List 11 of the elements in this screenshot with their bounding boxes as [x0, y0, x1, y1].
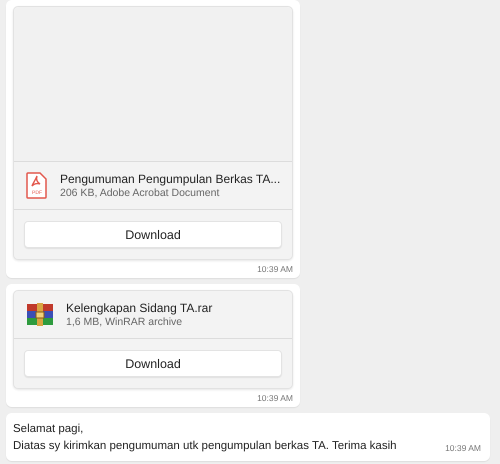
- download-button[interactable]: Download: [24, 221, 282, 248]
- message-time: 10:39 AM: [257, 393, 293, 403]
- file-info: 1,6 MB, WinRAR archive: [66, 316, 184, 328]
- archive-icon: [26, 302, 54, 326]
- file-name: Pengumuman Pengumpulan Berkas TA...: [60, 172, 280, 186]
- file-name: Kelengkapan Sidang TA.rar: [66, 301, 212, 315]
- download-button[interactable]: Download: [24, 350, 282, 377]
- file-info: 206 KB, Adobe Acrobat Document: [60, 187, 220, 199]
- message-text: Selamat pagi, Diatas sy kirimkan pengumuman utk pengumpulan berkas TA. Terima kasih: [13, 422, 397, 454]
- message-time: 10:39 AM: [257, 264, 293, 274]
- message-time: 10:39 AM: [445, 443, 481, 453]
